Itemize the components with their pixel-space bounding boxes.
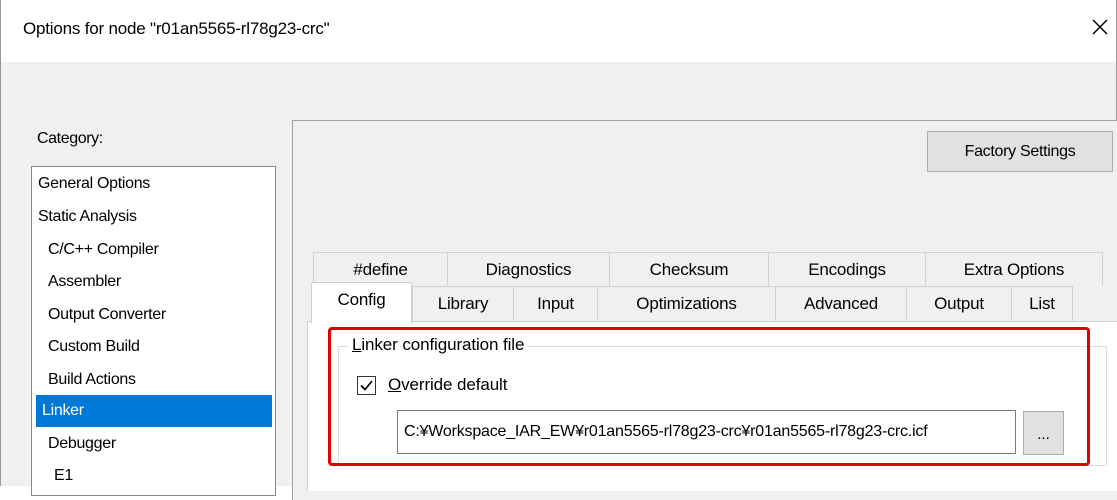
- browse-button[interactable]: ...: [1023, 411, 1064, 455]
- tab-diagnostics[interactable]: Diagnostics: [447, 252, 609, 286]
- tab-advanced[interactable]: Advanced: [775, 286, 906, 322]
- tab-checksum[interactable]: Checksum: [609, 252, 768, 286]
- category-item-output-converter[interactable]: Output Converter: [32, 299, 275, 331]
- tab-output[interactable]: Output: [906, 286, 1011, 322]
- category-label: Category:: [37, 130, 103, 147]
- linker-config-path-field[interactable]: C:¥Workspace_IAR_EW¥r01an5565-rl78g23-cr…: [397, 410, 1016, 454]
- category-item-assembler[interactable]: Assembler: [32, 266, 275, 298]
- category-item-debugger[interactable]: Debugger: [32, 428, 275, 460]
- override-default-label[interactable]: Override default: [388, 375, 507, 395]
- tab-input[interactable]: Input: [513, 286, 597, 322]
- tab-library[interactable]: Library: [412, 286, 513, 322]
- tab-config[interactable]: Config: [311, 282, 412, 324]
- tab-optimizations[interactable]: Optimizations: [597, 286, 775, 322]
- close-icon[interactable]: [1087, 15, 1113, 41]
- tab-list[interactable]: List: [1011, 286, 1073, 322]
- category-item-custom-build[interactable]: Custom Build: [32, 331, 275, 363]
- category-item-build-actions[interactable]: Build Actions: [32, 364, 275, 396]
- category-item-static-analysis[interactable]: Static Analysis: [32, 201, 275, 233]
- linker-config-group-title: Linker configuration file: [348, 335, 529, 355]
- options-dialog: Options for node "r01an5565-rl78g23-crc"…: [0, 0, 1117, 500]
- category-list[interactable]: General Options Static Analysis C/C++ Co…: [31, 166, 276, 496]
- override-default-checkbox[interactable]: [357, 376, 376, 395]
- category-item-general-options[interactable]: General Options: [32, 168, 275, 200]
- category-item-e1[interactable]: E1: [32, 460, 275, 492]
- category-item-linker[interactable]: Linker: [36, 395, 272, 427]
- factory-settings-button[interactable]: Factory Settings: [927, 131, 1113, 172]
- dialog-title: Options for node "r01an5565-rl78g23-crc": [23, 19, 330, 38]
- category-item-cpp-compiler[interactable]: C/C++ Compiler: [32, 234, 275, 266]
- tab-extra-options[interactable]: Extra Options: [925, 252, 1103, 286]
- title-bar: Options for node "r01an5565-rl78g23-crc": [1, 0, 1116, 62]
- checkmark-icon: [360, 380, 373, 391]
- tab-define[interactable]: #define: [313, 252, 447, 286]
- tab-encodings[interactable]: Encodings: [768, 252, 925, 286]
